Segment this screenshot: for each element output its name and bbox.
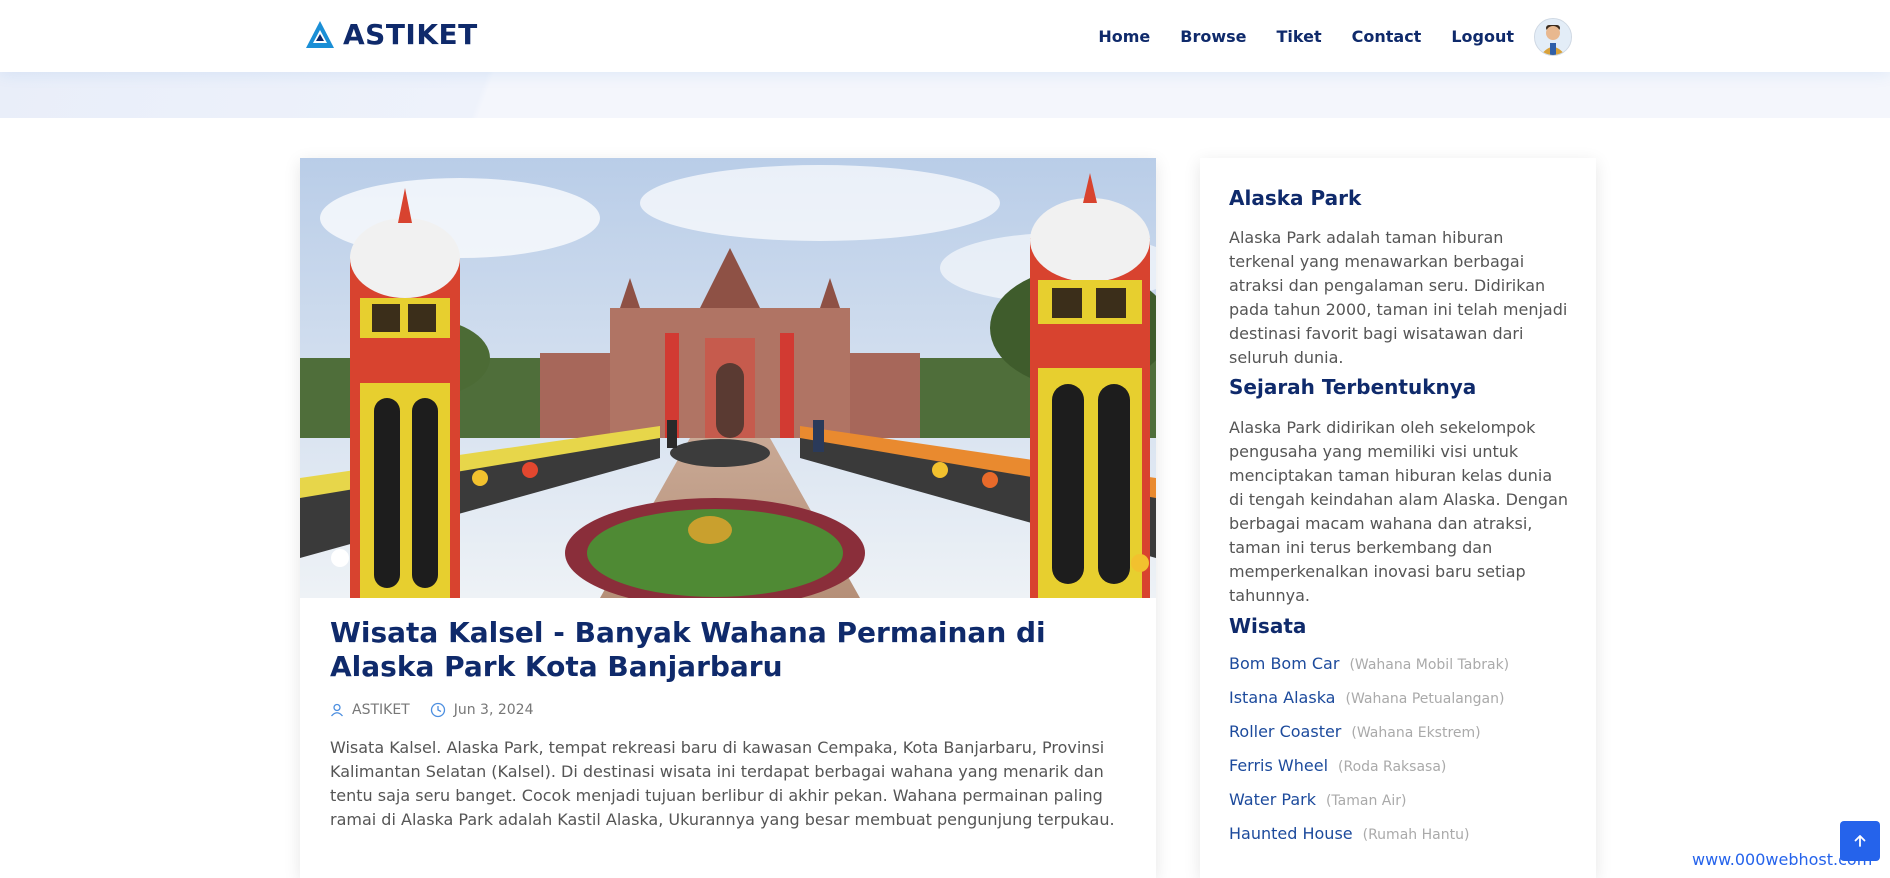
post-title[interactable]: Wisata Kalsel - Banyak Wahana Permainan … [330, 616, 1130, 684]
wisata-type: (Rumah Hantu) [1362, 827, 1470, 843]
list-item[interactable]: Water Park (Taman Air) [1229, 790, 1509, 824]
wisata-name[interactable]: Istana Alaska [1229, 688, 1335, 707]
wisata-list: Bom Bom Car (Wahana Mobil Tabrak) Istana… [1229, 654, 1509, 858]
wisata-name[interactable]: Ferris Wheel [1229, 756, 1328, 775]
main-nav: Home Browse Tiket Contact Logout [1068, 18, 1572, 56]
list-item[interactable]: Ferris Wheel (Roda Raksasa) [1229, 756, 1509, 790]
wisata-name[interactable]: Roller Coaster [1229, 722, 1341, 741]
wisata-title: Wisata [1229, 614, 1307, 638]
sidebar: Alaska Park Alaska Park adalah taman hib… [1200, 158, 1596, 878]
site-logo[interactable]: ASTIKET [305, 18, 478, 51]
clock-icon [430, 702, 445, 718]
wisata-name[interactable]: Bom Bom Car [1229, 654, 1339, 673]
blog-post-card: Wisata Kalsel - Banyak Wahana Permainan … [300, 158, 1156, 878]
list-item[interactable]: Bom Bom Car (Wahana Mobil Tabrak) [1229, 654, 1509, 688]
user-avatar-icon[interactable] [1534, 18, 1572, 56]
wisata-type: (Taman Air) [1325, 793, 1407, 809]
post-meta: ASTIKET Jun 3, 2024 [330, 702, 554, 718]
post-excerpt: Wisata Kalsel. Alaska Park, tempat rekre… [330, 738, 1115, 829]
history-title: Sejarah Terbentuknya [1229, 375, 1477, 399]
castle-park-photo [300, 158, 1156, 598]
site-header: ASTIKET Home Browse Tiket Contact Logout [0, 0, 1890, 72]
arrow-up-icon [1854, 835, 1866, 847]
about-title: Alaska Park [1229, 186, 1362, 210]
band-decoration [0, 72, 680, 118]
post-date: Jun 3, 2024 [430, 702, 534, 718]
wisata-type: (Wahana Petualangan) [1345, 691, 1505, 707]
list-item[interactable]: Haunted House (Rumah Hantu) [1229, 824, 1509, 858]
nav-contact[interactable]: Contact [1352, 20, 1422, 54]
wisata-name[interactable]: Haunted House [1229, 824, 1353, 843]
back-to-top-button[interactable] [1840, 821, 1880, 861]
logo-text: ASTIKET [343, 18, 478, 51]
logo-triangle-icon [306, 20, 334, 48]
history-text: Alaska Park didirikan oleh sekelompok pe… [1229, 418, 1569, 605]
wisata-name[interactable]: Water Park [1229, 790, 1316, 809]
post-author-name: ASTIKET [352, 702, 410, 718]
list-item[interactable]: Roller Coaster (Wahana Ekstrem) [1229, 722, 1509, 756]
nav-home[interactable]: Home [1098, 20, 1150, 54]
post-author: ASTIKET [330, 702, 410, 718]
wisata-type: (Wahana Ekstrem) [1351, 725, 1481, 741]
wisata-type: (Roda Raksasa) [1338, 759, 1447, 775]
nav-browse[interactable]: Browse [1180, 20, 1246, 54]
post-date-text: Jun 3, 2024 [453, 702, 534, 718]
nav-logout[interactable]: Logout [1451, 20, 1514, 54]
wisata-type: (Wahana Mobil Tabrak) [1349, 657, 1510, 673]
nav-tiket[interactable]: Tiket [1277, 20, 1322, 54]
list-item[interactable]: Istana Alaska (Wahana Petualangan) [1229, 688, 1509, 722]
person-icon [331, 703, 343, 717]
about-text: Alaska Park adalah taman hiburan terkena… [1229, 228, 1568, 367]
